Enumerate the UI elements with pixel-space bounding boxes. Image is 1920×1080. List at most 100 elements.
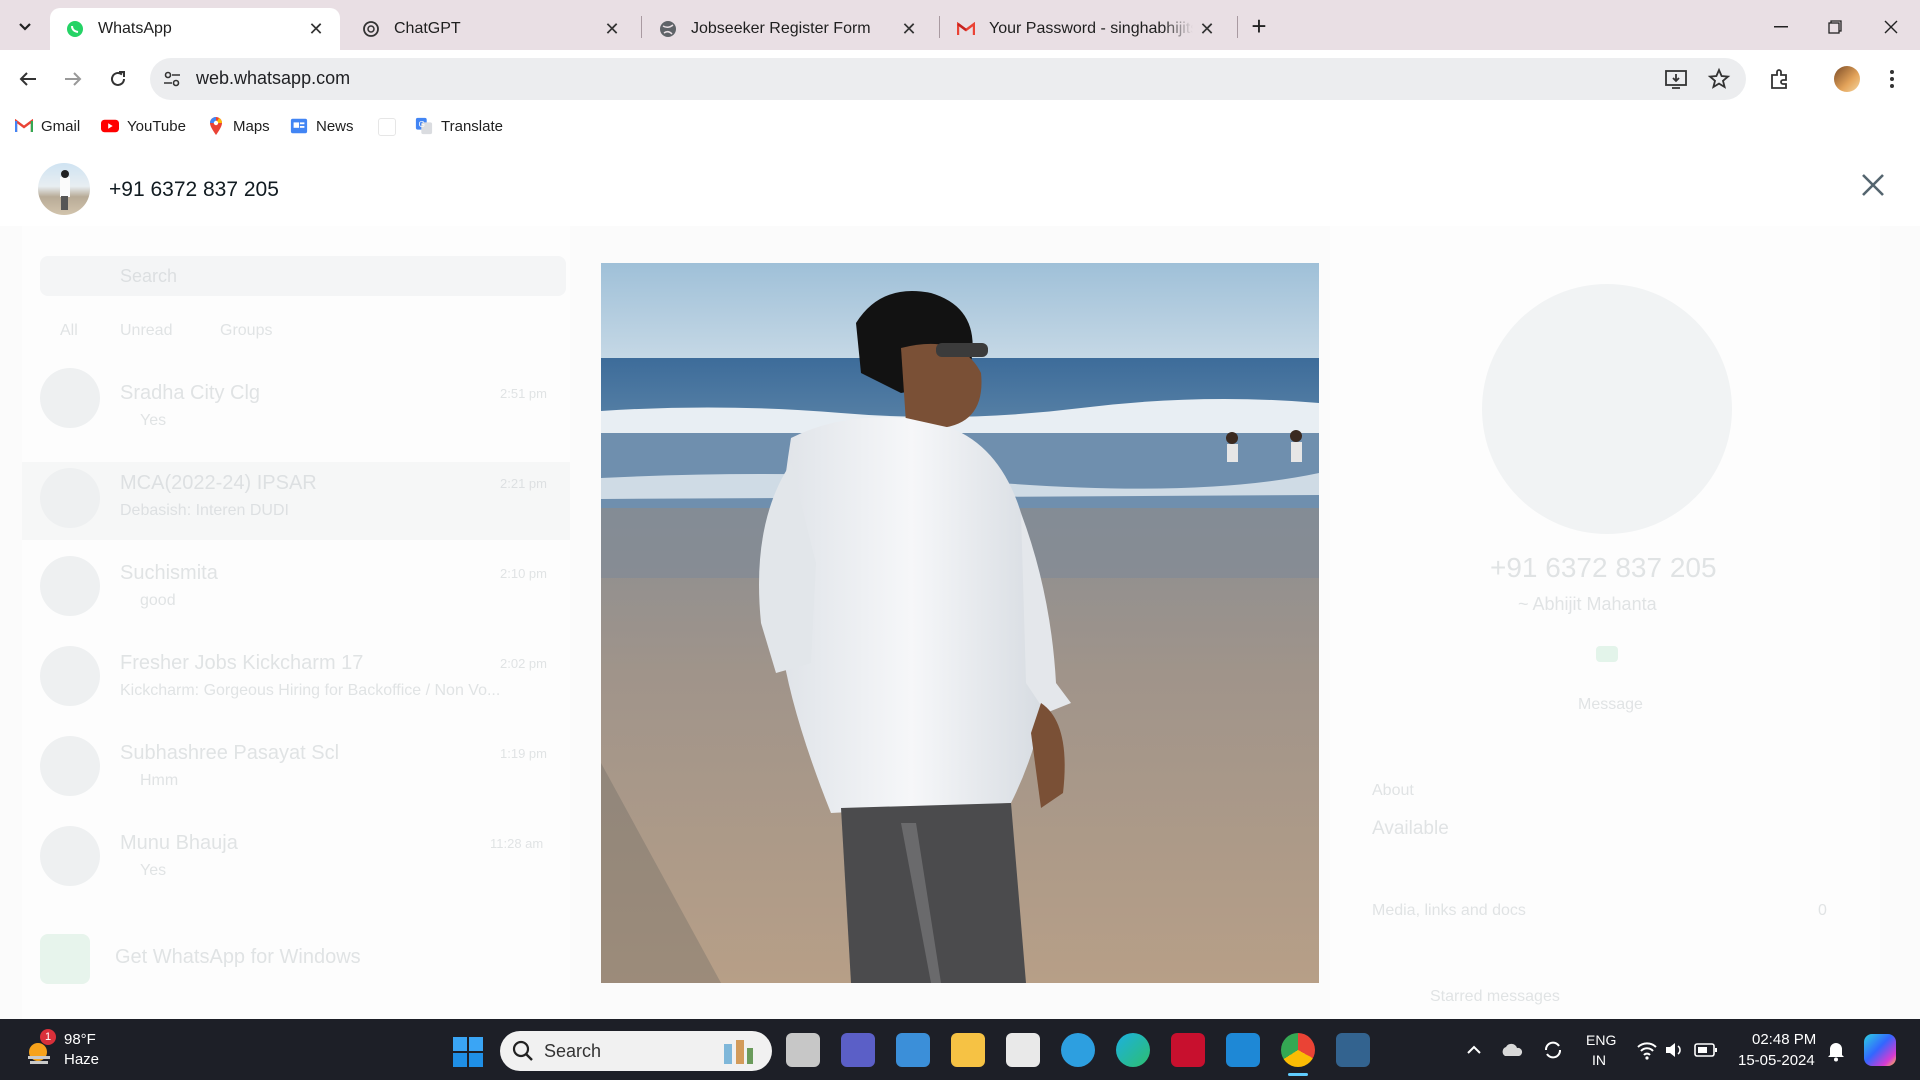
chat-preview: Debasish: Interen DUDI <box>120 502 289 519</box>
address-bar[interactable] <box>150 58 1746 100</box>
profile-name: ~ Abhijit Mahanta <box>1518 594 1657 614</box>
bookmark-gmail[interactable]: Gmail <box>15 115 80 137</box>
media-viewer-header <box>0 150 1920 226</box>
clock-time[interactable]: 02:48 PM <box>1752 1031 1816 1048</box>
globe-icon <box>659 20 677 38</box>
message-icon <box>1596 646 1618 662</box>
profile-avatar-icon[interactable] <box>1834 66 1860 92</box>
postgresql-icon[interactable] <box>1336 1033 1370 1067</box>
tab-search-button[interactable] <box>10 12 40 42</box>
notification-bell-icon[interactable] <box>1826 1040 1846 1062</box>
contact-name: +91 6372 837 205 <box>109 178 279 201</box>
chat-name: Suchismita <box>120 562 218 584</box>
whatsapp-icon <box>66 20 84 38</box>
volume-icon[interactable] <box>1664 1040 1686 1060</box>
restore-icon[interactable] <box>1820 12 1850 42</box>
weather-badge: 1 <box>40 1029 56 1045</box>
clock-date[interactable]: 15-05-2024 <box>1738 1052 1815 1069</box>
copilot-icon[interactable] <box>1864 1034 1896 1066</box>
back-icon[interactable] <box>13 64 43 94</box>
site-info-icon[interactable] <box>162 69 182 89</box>
chat-name: Sradha City Clg <box>120 382 261 404</box>
get-whatsapp-link: Get WhatsApp for Windows <box>115 946 361 968</box>
vscode-icon[interactable] <box>1226 1033 1260 1067</box>
mcafee-icon[interactable] <box>1171 1033 1205 1067</box>
close-icon[interactable] <box>1858 172 1888 202</box>
message-label: Message <box>1578 696 1643 713</box>
tab-whatsapp[interactable]: WhatsApp ✕ <box>50 8 340 50</box>
close-tab-icon[interactable]: ✕ <box>1193 19 1221 40</box>
close-tab-icon[interactable]: ✕ <box>598 19 626 40</box>
chat-preview: good <box>140 592 176 609</box>
forward-icon[interactable] <box>58 64 88 94</box>
reload-icon[interactable] <box>103 64 133 94</box>
close-window-icon[interactable] <box>1876 12 1906 42</box>
close-tab-icon[interactable]: ✕ <box>895 19 923 40</box>
search-highlight-icon <box>720 1034 756 1068</box>
minimize-icon[interactable] <box>1766 12 1796 42</box>
file-explorer-icon[interactable] <box>951 1033 985 1067</box>
battery-icon[interactable] <box>1694 1042 1718 1058</box>
url-text[interactable]: web.whatsapp.com <box>196 68 350 89</box>
task-view-icon[interactable] <box>786 1033 820 1067</box>
bookmark-star-icon[interactable] <box>1707 67 1731 91</box>
language-line1[interactable]: ENG <box>1586 1032 1616 1048</box>
chat-name: MCA(2022-24) IPSAR <box>120 472 317 494</box>
media-photo[interactable] <box>601 263 1319 983</box>
microsoft-store-icon[interactable] <box>1006 1033 1040 1067</box>
windows-start-icon[interactable] <box>453 1037 483 1067</box>
notepad-icon[interactable] <box>896 1033 930 1067</box>
sync-icon[interactable] <box>1542 1039 1564 1061</box>
bookmark-maps[interactable]: Maps <box>207 115 270 137</box>
about-value: Available <box>1372 818 1449 839</box>
profile-photo <box>1482 284 1732 534</box>
chat-name: Subhashree Pasayat Scl <box>120 742 340 764</box>
bookmark-news[interactable]: News <box>290 115 354 137</box>
help-icon[interactable] <box>1061 1033 1095 1067</box>
close-tab-icon[interactable]: ✕ <box>302 19 330 40</box>
chrome-active-indicator <box>1288 1073 1308 1076</box>
chat-time: 2:02 pm <box>500 656 547 671</box>
search-input <box>40 256 566 296</box>
show-hidden-icons[interactable] <box>1464 1040 1484 1060</box>
youtube-icon <box>101 117 119 135</box>
chat-preview: Kickcharm: Gorgeous Hiring for Backoffic… <box>120 682 501 699</box>
profile-number: +91 6372 837 205 <box>1490 552 1717 583</box>
edge-icon[interactable] <box>1116 1033 1150 1067</box>
language-line2[interactable]: IN <box>1592 1052 1606 1068</box>
bookmark-label: Translate <box>441 117 503 135</box>
beach-photo-image <box>601 263 1319 983</box>
menu-dots-icon[interactable] <box>1882 66 1902 92</box>
gmail-icon <box>957 20 975 38</box>
chat-time: 2:51 pm <box>500 386 547 401</box>
media-count: 0 <box>1818 902 1827 919</box>
chat-avatar <box>40 646 100 706</box>
contact-avatar[interactable] <box>38 163 90 215</box>
search-icon <box>512 1040 534 1062</box>
weather-temp: 98°F <box>64 1031 96 1048</box>
tab-jobseeker[interactable]: Jobseeker Register Form ✕ <box>643 8 933 50</box>
chat-avatar <box>40 826 100 886</box>
new-tab-icon[interactable]: + <box>1244 12 1274 42</box>
tab-gmail-password[interactable]: Your Password - singhabhijitsing ✕ <box>941 8 1231 50</box>
chat-list-panel <box>22 226 570 1019</box>
chrome-icon[interactable] <box>1281 1033 1315 1067</box>
chat-time: 2:21 pm <box>500 476 547 491</box>
bookmark-youtube[interactable]: YouTube <box>101 115 186 137</box>
maps-icon <box>207 117 225 135</box>
extensions-icon[interactable] <box>1768 67 1792 91</box>
install-app-icon[interactable] <box>1664 68 1688 90</box>
about-label: About <box>1372 782 1414 799</box>
bookmark-label: YouTube <box>127 117 186 135</box>
filter-groups: Groups <box>220 322 273 339</box>
onedrive-icon[interactable] <box>1500 1040 1524 1060</box>
bookmark-translate[interactable]: G Translate <box>415 115 503 137</box>
news-icon <box>290 117 308 135</box>
wifi-icon[interactable] <box>1636 1040 1658 1060</box>
tab-chatgpt[interactable]: ChatGPT ✕ <box>346 8 636 50</box>
teams-icon[interactable] <box>841 1033 875 1067</box>
whatsapp-logo-icon <box>40 934 90 984</box>
tab-separator <box>641 16 642 38</box>
svg-text:G: G <box>419 120 425 129</box>
bookmark-blank-icon[interactable] <box>378 118 396 136</box>
